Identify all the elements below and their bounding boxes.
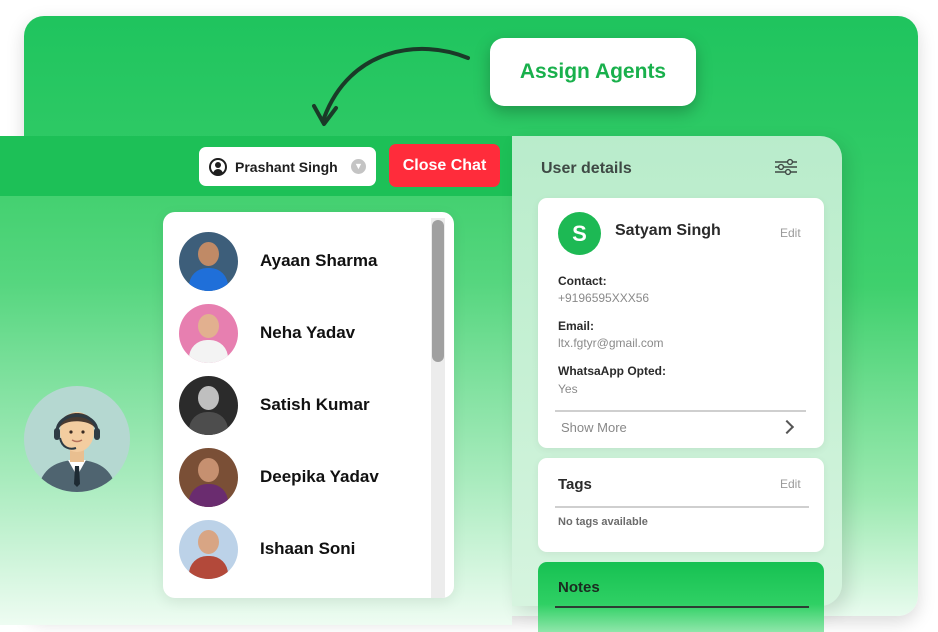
support-agent-avatar — [24, 386, 130, 492]
whatsapp-opted-value: Yes — [558, 382, 578, 396]
user-details-panel: User details S Satyam Singh Edit Contact… — [512, 136, 842, 606]
no-tags-text: No tags available — [558, 516, 648, 528]
contact-name: Ishaan Soni — [260, 539, 356, 558]
edit-tags-link[interactable]: Edit — [780, 477, 801, 491]
contact-avatar — [179, 231, 238, 291]
tags-title: Tags — [558, 476, 592, 493]
close-chat-button[interactable]: Close Chat — [389, 144, 500, 187]
whatsapp-opted-label: WhatsaApp Opted: — [558, 364, 666, 378]
chat-header: Prashant Singh ▼ Close Chat — [0, 136, 512, 196]
contact-name: Neha Yadav — [260, 323, 356, 342]
chevron-right-icon[interactable] — [779, 419, 795, 435]
contact-list-item[interactable]: Ayaan Sharma — [179, 231, 377, 291]
user-name: Satyam Singh — [615, 222, 721, 239]
agent-select-dropdown[interactable]: Prashant Singh ▼ — [199, 147, 376, 186]
contact-list-item[interactable]: Satish Kumar — [179, 375, 370, 435]
contact-value: +9196595XXX56 — [558, 291, 650, 305]
details-title: User details — [541, 160, 632, 177]
email-label: Email: — [558, 319, 595, 333]
contact-list[interactable]: Ayaan Sharma Neha Yadav Satish Kumar Deepik… — [163, 212, 454, 598]
notes-title: Notes — [558, 579, 600, 596]
agent-name: Prashant Singh — [235, 158, 338, 175]
chat-panel: Prashant Singh ▼ Close Chat Ayaan Sharma… — [0, 136, 512, 625]
contact-avatar — [179, 447, 238, 507]
contact-list-item[interactable]: Neha Yadav — [179, 303, 355, 363]
user-info-card: S Satyam Singh Edit Contact: +9196595XXX… — [538, 198, 824, 448]
email-value: ltx.fgtyr@gmail.com — [558, 336, 664, 350]
edit-user-link[interactable]: Edit — [780, 226, 801, 240]
contact-name: Satish Kumar — [260, 395, 370, 414]
user-icon — [209, 157, 227, 176]
show-more-button[interactable]: Show More — [561, 420, 627, 435]
contact-avatar — [179, 519, 238, 579]
divider — [555, 410, 806, 412]
contact-list-item[interactable]: Deepika Yadav — [179, 447, 379, 507]
contact-name: Ayaan Sharma — [260, 251, 378, 270]
chevron-down-icon: ▼ — [351, 159, 366, 174]
divider — [555, 606, 809, 608]
filter-icon[interactable] — [774, 158, 798, 176]
user-initial-avatar: S — [558, 212, 601, 255]
notes-card: Notes — [538, 562, 824, 632]
curved-arrow-icon — [312, 46, 470, 126]
tags-card: Tags Edit No tags available — [538, 458, 824, 552]
contact-avatar — [179, 303, 238, 363]
contact-avatar — [179, 375, 238, 435]
contact-list-item[interactable]: Ishaan Soni — [179, 519, 355, 579]
contact-name: Deepika Yadav — [260, 467, 379, 486]
divider — [555, 506, 809, 508]
scrollbar-thumb[interactable] — [432, 220, 444, 362]
assign-agents-badge: Assign Agents — [490, 38, 696, 106]
contact-label: Contact: — [558, 274, 607, 288]
